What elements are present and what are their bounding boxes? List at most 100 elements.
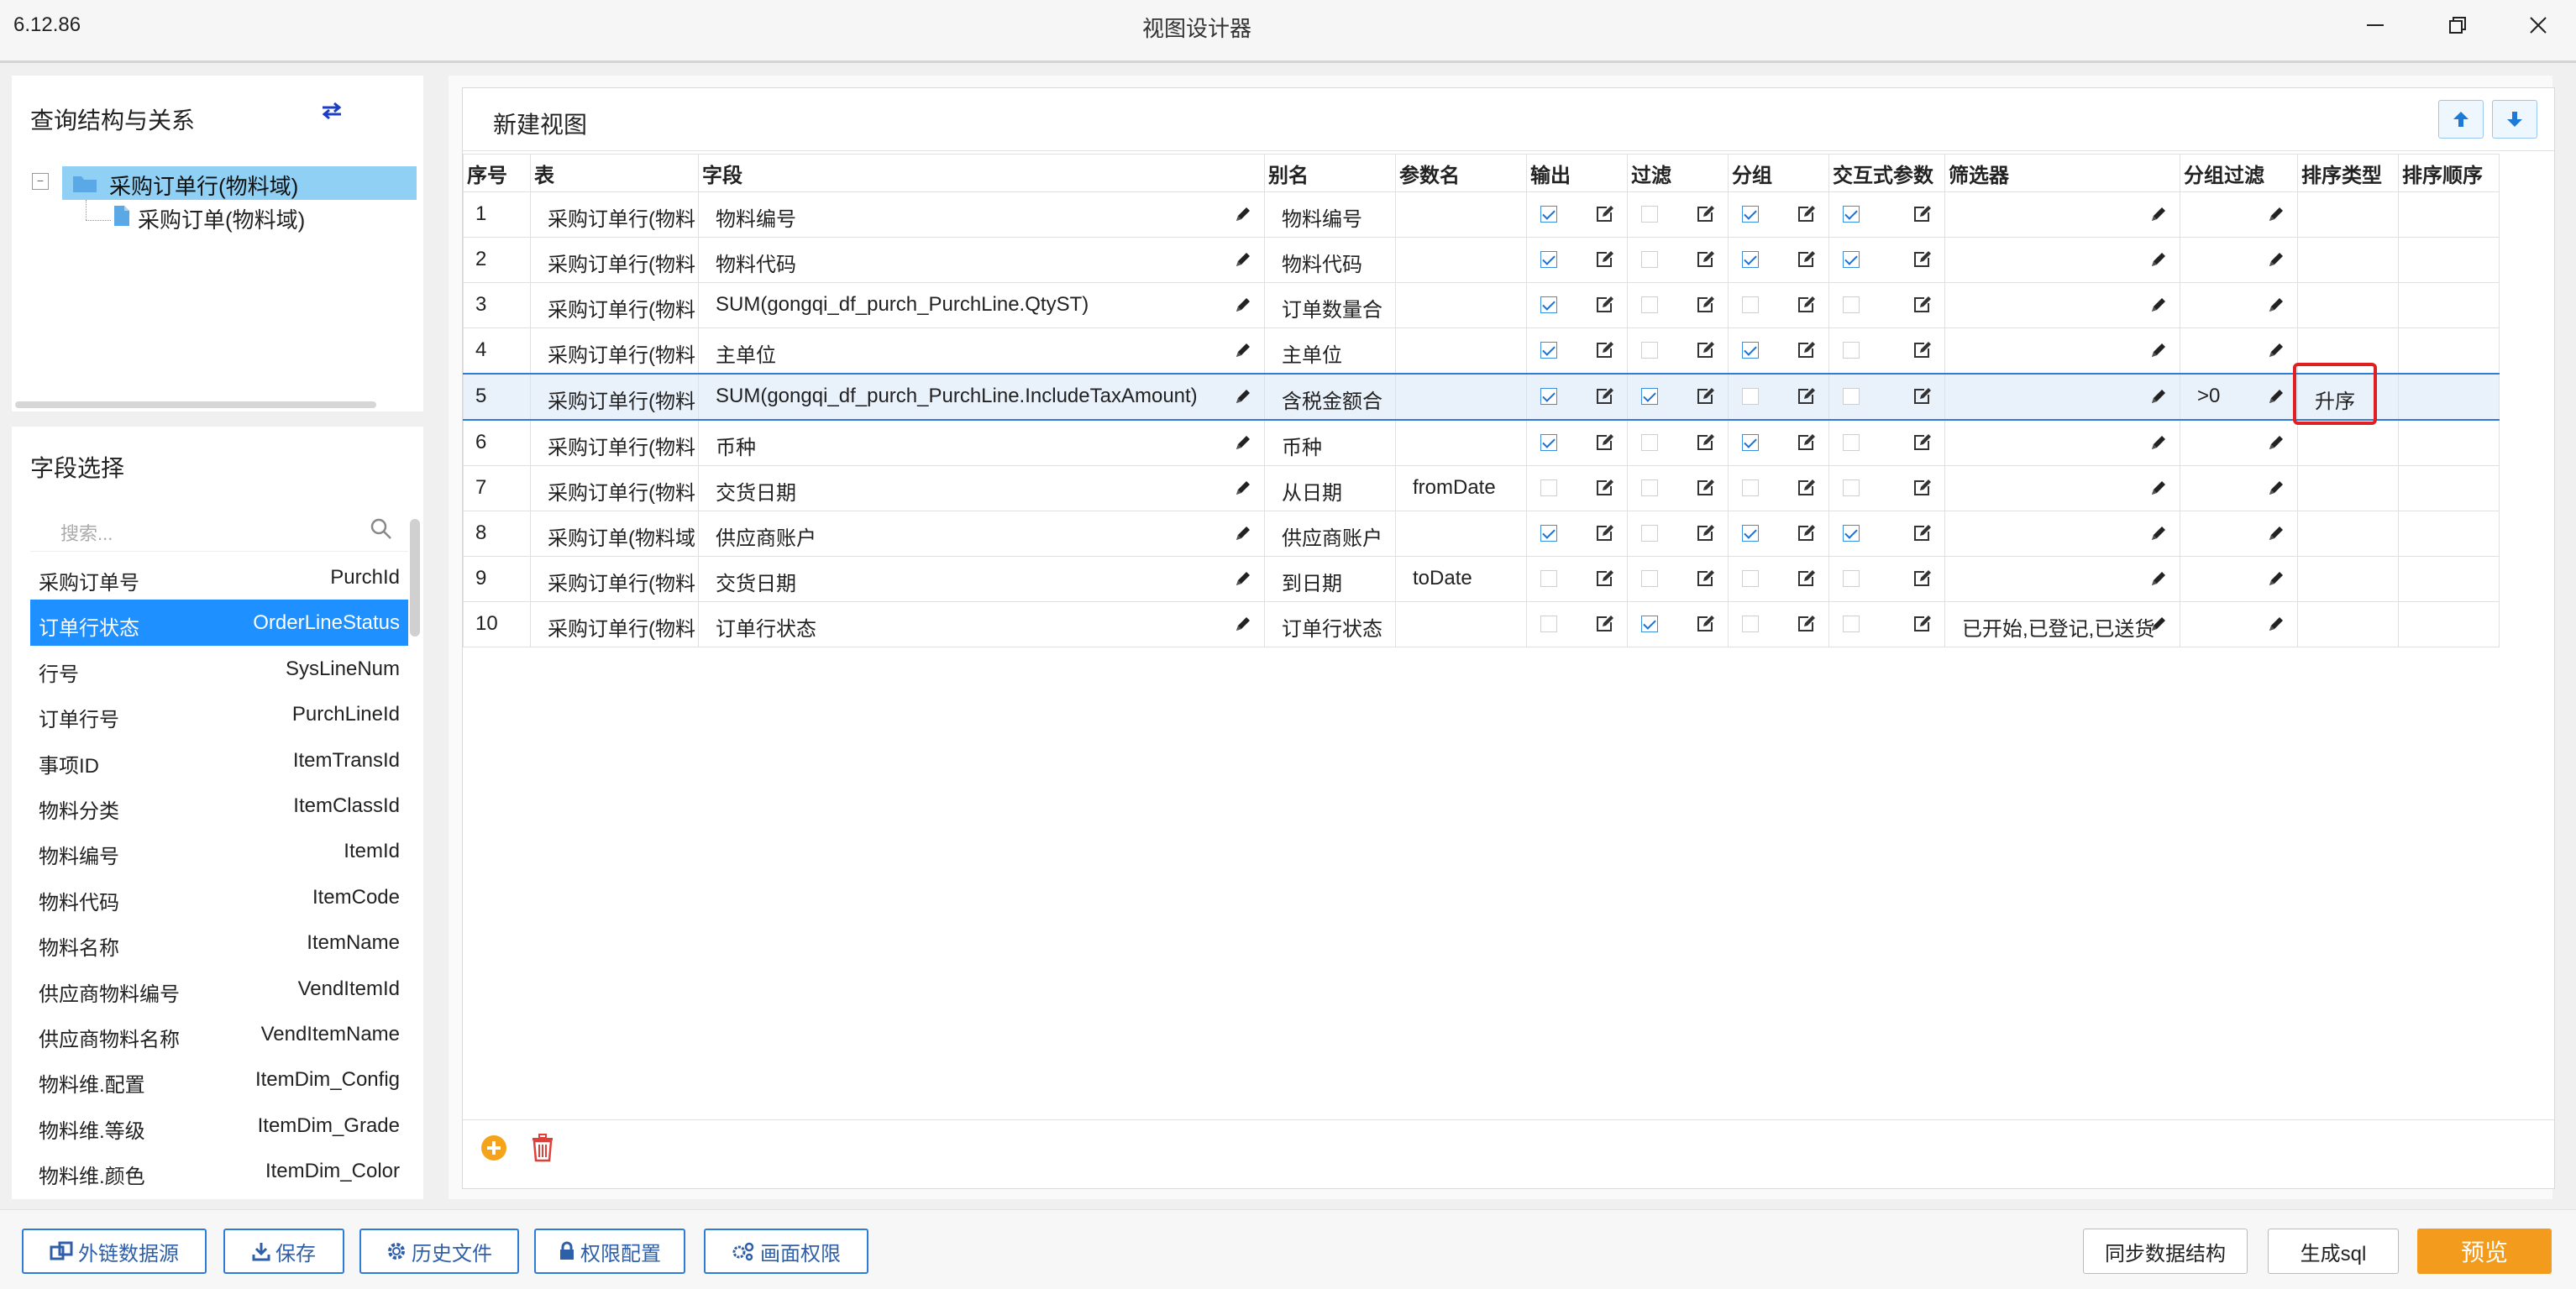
edit-icon[interactable] [1912, 479, 1933, 503]
field-list-item[interactable]: 订单行号 PurchLineId [30, 691, 408, 736]
filter-checkbox[interactable] [1641, 616, 1658, 632]
pencil-icon[interactable] [2149, 615, 2168, 639]
edit-icon[interactable] [1696, 524, 1716, 548]
table-row[interactable]: 7 采购订单行(物料 交货日期 从日期 fromDate [463, 465, 2500, 511]
output-checkbox[interactable] [1540, 479, 1557, 496]
vertical-scrollbar[interactable] [410, 519, 420, 637]
edit-icon[interactable] [1797, 615, 1817, 639]
edit-icon[interactable] [1797, 296, 1817, 320]
edit-icon[interactable] [1595, 433, 1615, 458]
interactive-param-checkbox[interactable] [1843, 616, 1860, 632]
edit-icon[interactable] [1696, 433, 1716, 458]
output-checkbox[interactable] [1540, 206, 1557, 223]
output-checkbox[interactable] [1540, 525, 1557, 542]
group-checkbox[interactable] [1742, 388, 1759, 405]
edit-icon[interactable] [1595, 387, 1615, 411]
pencil-icon[interactable] [2267, 524, 2285, 548]
edit-icon[interactable] [1595, 341, 1615, 365]
field-list-item[interactable]: 物料维.等级 ItemDim_Grade [30, 1103, 408, 1148]
interactive-param-checkbox[interactable] [1843, 342, 1860, 359]
preview-button[interactable]: 预览 [2417, 1229, 2552, 1274]
edit-icon[interactable] [1912, 524, 1933, 548]
edit-icon[interactable] [1595, 524, 1615, 548]
edit-icon[interactable] [1912, 341, 1933, 365]
output-checkbox[interactable] [1540, 251, 1557, 268]
field-list-item[interactable]: 物料名称 ItemName [30, 920, 408, 965]
search-icon[interactable] [370, 517, 393, 541]
table-row[interactable]: 10 采购订单行(物料 订单行状态 订单行状态 已开始,已登记,已送货 [463, 601, 2500, 647]
pencil-icon[interactable] [2267, 387, 2285, 411]
interactive-param-checkbox[interactable] [1843, 570, 1860, 587]
table-row[interactable]: 1 采购订单行(物料 物料编号 物料编号 [463, 191, 2500, 238]
pencil-icon[interactable] [1234, 569, 1252, 594]
close-button[interactable] [2515, 8, 2562, 42]
pencil-icon[interactable] [2267, 433, 2285, 458]
filter-checkbox[interactable] [1641, 525, 1658, 542]
interactive-param-checkbox[interactable] [1843, 388, 1860, 405]
pencil-icon[interactable] [2149, 387, 2168, 411]
interactive-param-checkbox[interactable] [1843, 434, 1860, 451]
pencil-icon[interactable] [2149, 341, 2168, 365]
group-checkbox[interactable] [1742, 434, 1759, 451]
group-checkbox[interactable] [1742, 616, 1759, 632]
edit-icon[interactable] [1797, 341, 1817, 365]
interactive-param-checkbox[interactable] [1843, 479, 1860, 496]
edit-icon[interactable] [1595, 250, 1615, 275]
column-header[interactable]: 参数名 [1395, 154, 1527, 192]
edit-icon[interactable] [1912, 433, 1933, 458]
group-checkbox[interactable] [1742, 296, 1759, 313]
field-list-item[interactable]: 物料分类 ItemClassId [30, 783, 408, 828]
pencil-icon[interactable] [1234, 479, 1252, 503]
edit-icon[interactable] [1696, 615, 1716, 639]
pencil-icon[interactable] [1234, 250, 1252, 275]
edit-icon[interactable] [1912, 205, 1933, 229]
edit-icon[interactable] [1595, 296, 1615, 320]
edit-icon[interactable] [1797, 479, 1817, 503]
filter-checkbox[interactable] [1641, 479, 1658, 496]
edit-icon[interactable] [1912, 569, 1933, 594]
column-header[interactable]: 别名 [1264, 154, 1396, 192]
table-row[interactable]: 3 采购订单行(物料 SUM(gongqi_df_purch_PurchLine.Q… [463, 282, 2500, 328]
group-checkbox[interactable] [1742, 570, 1759, 587]
pencil-icon[interactable] [2149, 205, 2168, 229]
edit-icon[interactable] [1797, 569, 1817, 594]
field-list-item[interactable]: 物料代码 ItemCode [30, 874, 408, 920]
interactive-param-checkbox[interactable] [1843, 296, 1860, 313]
minimize-button[interactable] [2352, 8, 2399, 42]
edit-icon[interactable] [1696, 250, 1716, 275]
edit-icon[interactable] [1696, 205, 1716, 229]
horizontal-scrollbar[interactable] [15, 401, 376, 408]
output-checkbox[interactable] [1540, 434, 1557, 451]
table-row[interactable]: 6 采购订单行(物料 币种 币种 [463, 419, 2500, 466]
filter-checkbox[interactable] [1641, 206, 1658, 223]
filter-checkbox[interactable] [1641, 342, 1658, 359]
pencil-icon[interactable] [1234, 524, 1252, 548]
delete-row-icon[interactable] [530, 1134, 555, 1162]
swap-relation-icon[interactable] [319, 101, 344, 125]
interactive-param-checkbox[interactable] [1843, 251, 1860, 268]
output-checkbox[interactable] [1540, 342, 1557, 359]
table-row[interactable]: 4 采购订单行(物料 主单位 主单位 [463, 327, 2500, 375]
pencil-icon[interactable] [2267, 296, 2285, 320]
column-header[interactable]: 输出 [1526, 154, 1628, 192]
table-row[interactable]: 9 采购订单行(物料 交货日期 到日期 toDate [463, 556, 2500, 602]
column-header[interactable]: 分组 [1728, 154, 1829, 192]
edit-icon[interactable] [1797, 205, 1817, 229]
interactive-param-checkbox[interactable] [1843, 525, 1860, 542]
group-checkbox[interactable] [1742, 525, 1759, 542]
pencil-icon[interactable] [1234, 433, 1252, 458]
edit-icon[interactable] [1696, 296, 1716, 320]
table-row[interactable]: 8 采购订单(物料域 供应商账户 供应商账户 [463, 511, 2500, 557]
output-checkbox[interactable] [1540, 296, 1557, 313]
pencil-icon[interactable] [1234, 296, 1252, 320]
screen-perm-button[interactable]: 画面权限 [704, 1229, 868, 1274]
edit-icon[interactable] [1912, 615, 1933, 639]
field-list-item[interactable]: 供应商物料编号 VendItemId [30, 966, 408, 1011]
pencil-icon[interactable] [2149, 296, 2168, 320]
pencil-icon[interactable] [2149, 524, 2168, 548]
group-checkbox[interactable] [1742, 342, 1759, 359]
edit-icon[interactable] [1797, 433, 1817, 458]
save-button[interactable]: 保存 [223, 1229, 344, 1274]
pencil-icon[interactable] [2267, 615, 2285, 639]
interactive-param-checkbox[interactable] [1843, 206, 1860, 223]
